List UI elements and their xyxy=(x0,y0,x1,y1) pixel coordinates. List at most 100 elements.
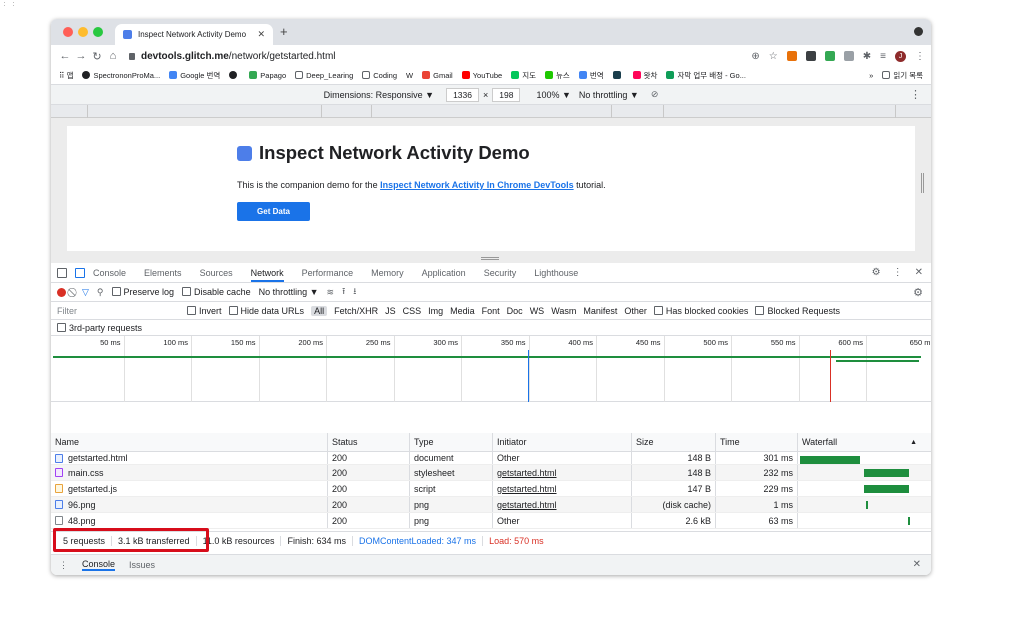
media-query-ruler[interactable] xyxy=(51,105,931,118)
drawer-menu-icon[interactable]: ⋮ xyxy=(59,560,68,571)
throttling-select[interactable]: No throttling ▼ xyxy=(259,287,319,297)
maximize-window-button[interactable] xyxy=(93,27,103,37)
rotate-icon[interactable]: ⊘ xyxy=(651,89,659,100)
type-filter-js[interactable]: JS xyxy=(385,306,396,316)
blocked-requests-checkbox[interactable]: Blocked Requests xyxy=(755,305,840,316)
device-toggle-icon[interactable] xyxy=(75,267,85,278)
tab-elements[interactable]: Elements xyxy=(144,268,182,278)
reading-list-icon[interactable]: ≡ xyxy=(880,51,886,62)
import-har-icon[interactable]: ⭱ xyxy=(342,284,345,300)
close-window-button[interactable] xyxy=(63,27,73,37)
bookmark-item[interactable]: 지도 xyxy=(511,70,536,81)
bookmark-item[interactable]: Deep_Learing xyxy=(295,71,353,80)
filter-icon[interactable]: ▽ xyxy=(82,287,89,298)
tab-search-icon[interactable] xyxy=(914,27,923,36)
tab-memory[interactable]: Memory xyxy=(371,268,404,278)
height-input[interactable]: 198 xyxy=(492,87,521,102)
bookmark-item[interactable] xyxy=(612,71,624,80)
column-size[interactable]: Size xyxy=(632,433,716,451)
drawer-tab-console[interactable]: Console xyxy=(82,559,116,571)
type-filter-css[interactable]: CSS xyxy=(403,306,422,316)
device-menu-icon[interactable]: ⋮ xyxy=(910,88,921,101)
browser-tab[interactable]: Inspect Network Activity Demo ✕ xyxy=(115,24,273,45)
forward-icon[interactable]: → xyxy=(73,50,89,62)
type-filter-other[interactable]: Other xyxy=(624,306,647,316)
initiator-link[interactable]: getstarted.html xyxy=(497,468,557,478)
drawer-tab-issues[interactable]: Issues xyxy=(129,560,155,570)
column-name[interactable]: Name xyxy=(51,433,328,451)
apps-icon[interactable]: ⠿ 앱 xyxy=(59,70,73,81)
tab-console[interactable]: Console xyxy=(93,268,126,278)
type-filter-ws[interactable]: WS xyxy=(530,306,545,316)
tab-performance[interactable]: Performance xyxy=(302,268,354,278)
bookmark-item[interactable]: Coding xyxy=(362,71,397,80)
tab-security[interactable]: Security xyxy=(484,268,517,278)
bookmark-item[interactable]: Google 번역 xyxy=(169,70,220,81)
extension-icon[interactable] xyxy=(805,51,816,61)
request-name[interactable]: getstarted.html xyxy=(68,453,128,463)
table-row[interactable]: 96.png 200 png getstarted.html (disk cache) 1… xyxy=(51,497,931,513)
network-settings-icon[interactable]: ⚙ xyxy=(913,286,923,299)
initiator-link[interactable]: getstarted.html xyxy=(497,500,557,510)
close-devtools-icon[interactable]: ✕ xyxy=(915,267,923,278)
zoom-icon[interactable]: ⊕ xyxy=(751,51,759,62)
bookmark-item[interactable]: 자막 업무 배정 - Go... xyxy=(666,70,746,81)
bookmark-item[interactable]: SpectrononProMa... xyxy=(82,71,160,80)
column-initiator[interactable]: Initiator xyxy=(493,433,632,451)
table-row[interactable]: getstarted.js 200 script getstarted.html 147… xyxy=(51,481,931,497)
reading-list-button[interactable]: 읽기 목록 xyxy=(882,70,923,81)
bookmark-item[interactable]: YouTube xyxy=(461,71,502,80)
star-icon[interactable]: ☆ xyxy=(769,51,778,62)
export-har-icon[interactable]: ⭳ xyxy=(353,284,356,300)
close-drawer-icon[interactable]: ✕ xyxy=(913,559,921,570)
bookmark-item[interactable]: 번역 xyxy=(578,70,604,81)
table-row[interactable]: main.css 200 stylesheet getstarted.html 148 … xyxy=(51,465,931,481)
tab-close-icon[interactable]: ✕ xyxy=(257,29,265,40)
extension-icon[interactable] xyxy=(843,51,854,61)
url-field[interactable]: devtools.glitch.me/network/getstarted.ht… xyxy=(129,51,751,62)
disable-cache-checkbox[interactable]: Disable cache xyxy=(182,287,251,297)
type-filter-media[interactable]: Media xyxy=(450,306,475,316)
column-status[interactable]: Status xyxy=(328,433,410,451)
table-row[interactable]: getstarted.html 200 document Other 148 B 301 … xyxy=(51,452,931,465)
tab-sources[interactable]: Sources xyxy=(200,268,233,278)
width-input[interactable]: 1336 xyxy=(446,87,479,102)
reload-icon[interactable]: ↻ xyxy=(89,50,105,63)
third-party-checkbox[interactable]: 3rd-party requests xyxy=(57,322,142,333)
hide-data-urls-checkbox[interactable]: Hide data URLs xyxy=(228,305,304,316)
bookmarks-overflow-button[interactable]: » xyxy=(869,71,873,80)
devtools-menu-icon[interactable]: ⋮ xyxy=(893,267,903,278)
initiator-link[interactable]: getstarted.html xyxy=(497,484,557,494)
minimize-window-button[interactable] xyxy=(78,27,88,37)
zoom-select[interactable]: 100% ▼ xyxy=(536,90,570,100)
type-filter-img[interactable]: Img xyxy=(428,306,443,316)
record-icon[interactable] xyxy=(57,287,66,297)
type-filter-doc[interactable]: Doc xyxy=(507,306,523,316)
column-type[interactable]: Type xyxy=(410,433,493,451)
bookmark-item[interactable]: Papago xyxy=(249,71,286,80)
network-overview[interactable]: 50 ms 100 ms 150 ms 200 ms 250 ms 300 ms 350 m… xyxy=(51,336,931,402)
dimensions-select[interactable]: Dimensions: Responsive ▼ xyxy=(324,90,434,100)
devtools-resize-handle[interactable] xyxy=(481,257,499,260)
blocked-cookies-checkbox[interactable]: Has blocked cookies xyxy=(653,305,748,316)
table-row[interactable]: 48.png 200 png Other 2.6 kB 63 ms xyxy=(51,513,931,529)
extension-icon[interactable] xyxy=(824,51,835,61)
filter-input[interactable]: Filter xyxy=(57,306,187,316)
puzzle-icon[interactable]: ✱ xyxy=(863,51,871,62)
request-name[interactable]: getstarted.js xyxy=(68,484,117,494)
home-icon[interactable]: ⌂ xyxy=(105,50,121,62)
invert-checkbox[interactable]: Invert xyxy=(187,305,222,316)
bookmark-item[interactable]: Gmail xyxy=(422,71,453,80)
bookmark-item[interactable] xyxy=(229,71,240,80)
column-waterfall[interactable]: Waterfall ▲ xyxy=(798,433,925,451)
bookmark-item[interactable]: 뉴스 xyxy=(545,70,570,81)
tutorial-link[interactable]: Inspect Network Activity In Chrome DevTo… xyxy=(380,180,574,190)
viewport-resize-handle[interactable] xyxy=(921,173,924,193)
type-filter-manifest[interactable]: Manifest xyxy=(583,306,617,316)
request-name[interactable]: 96.png xyxy=(68,500,96,510)
throttle-select[interactable]: No throttling ▼ xyxy=(579,90,639,100)
menu-kebab-icon[interactable]: ⋮ xyxy=(915,51,925,62)
new-tab-icon[interactable]: + xyxy=(280,24,288,39)
bookmark-item[interactable]: 왓차 xyxy=(632,70,657,81)
tab-lighthouse[interactable]: Lighthouse xyxy=(534,268,578,278)
